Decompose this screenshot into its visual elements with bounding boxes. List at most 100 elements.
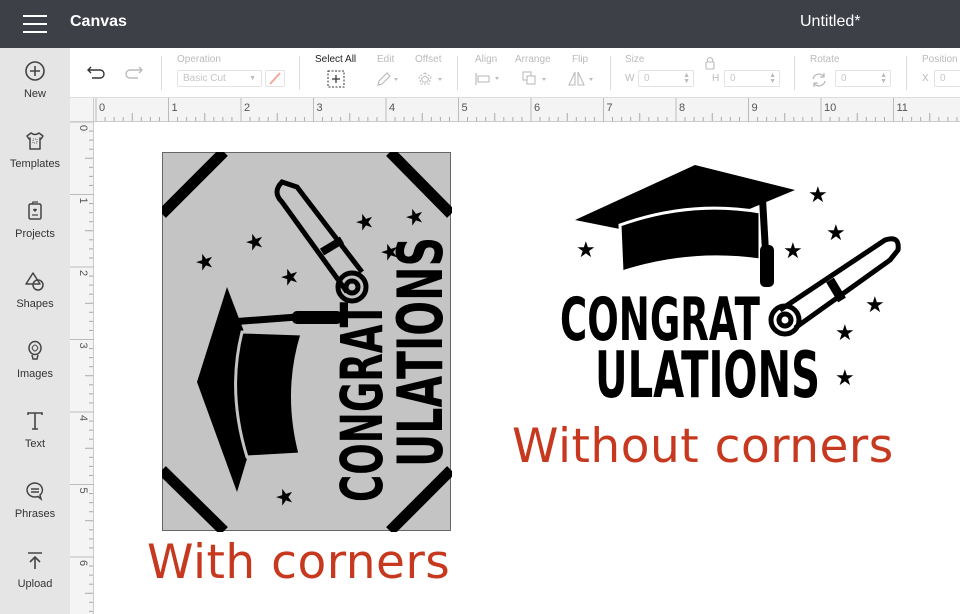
- ruler-label: 2: [77, 270, 89, 276]
- spinner-icon[interactable]: ▲ ▼: [880, 72, 887, 85]
- width-label: W: [625, 73, 635, 84]
- sidebar-item-label: Upload: [17, 578, 53, 590]
- text-icon: [27, 412, 43, 430]
- sidebar-item-text[interactable]: Text: [0, 410, 70, 470]
- height-input[interactable]: 0 ▲ ▼: [724, 70, 780, 87]
- ruler-label: 2: [244, 102, 250, 114]
- document-title[interactable]: Untitled*: [800, 13, 860, 31]
- flip-label: Flip: [572, 54, 589, 65]
- x-input[interactable]: 0: [934, 70, 960, 87]
- star-icon: ★: [835, 320, 855, 345]
- chevron-down-icon: ▼: [249, 75, 256, 82]
- align-icon: [475, 73, 499, 85]
- sidebar-item-projects[interactable]: Projects: [0, 200, 70, 260]
- ruler-label: 5: [77, 488, 89, 494]
- star-icon: ★: [192, 252, 217, 272]
- operation-select[interactable]: Basic Cut ▼: [177, 70, 262, 87]
- ruler-label: 3: [77, 343, 89, 349]
- spinner-icon[interactable]: ▲ ▼: [683, 72, 690, 85]
- separator: [610, 56, 611, 90]
- ruler-label: 0: [77, 125, 89, 131]
- design-text-line2: ULATIONS: [384, 237, 452, 467]
- design-with-corners[interactable]: ★ ★ ★ ★ ★ ★ ★ CONGRAT ULATIONS: [162, 152, 452, 532]
- plus-circle-icon: [25, 61, 45, 81]
- width-value: 0: [644, 73, 650, 84]
- rotate-input[interactable]: 0 ▲ ▼: [835, 70, 891, 87]
- ruler-label: 9: [752, 102, 758, 114]
- undo-button[interactable]: [86, 64, 108, 85]
- lock-icon: [705, 56, 715, 70]
- x-label: X: [922, 73, 929, 84]
- star-icon: ★: [242, 232, 267, 252]
- ruler-label: 6: [534, 102, 540, 114]
- separator: [906, 56, 907, 90]
- shapes-icon: [25, 272, 44, 291]
- spinner-icon[interactable]: ▲ ▼: [769, 72, 776, 85]
- ruler-label: 7: [607, 102, 613, 114]
- star-icon: ★: [865, 292, 885, 317]
- pen-color-button[interactable]: [265, 70, 285, 87]
- top-bar: Canvas Untitled*: [0, 0, 960, 48]
- align-label: Align: [475, 54, 498, 65]
- ruler-label: 8: [679, 102, 685, 114]
- sidebar-item-phrases[interactable]: Phrases: [0, 480, 70, 540]
- sidebar-item-templates[interactable]: Templates: [0, 130, 70, 190]
- sidebar: New Templates Projects Shapes Images Tex…: [0, 48, 70, 614]
- operation-value: Basic Cut: [183, 73, 226, 84]
- rotate-button[interactable]: [810, 72, 828, 93]
- size-label: Size: [625, 54, 645, 65]
- menu-icon[interactable]: [23, 15, 47, 33]
- star-icon: ★: [783, 238, 803, 263]
- sidebar-item-new[interactable]: New: [0, 60, 70, 120]
- ruler-label: 3: [317, 102, 323, 114]
- select-all-button[interactable]: [327, 70, 345, 93]
- sidebar-item-label: Images: [16, 368, 54, 380]
- sidebar-item-label: New: [23, 88, 46, 100]
- offset-icon: [418, 72, 442, 85]
- edit-button[interactable]: [375, 71, 401, 92]
- ruler-label: 11: [897, 102, 908, 114]
- flip-button[interactable]: [568, 71, 598, 92]
- balloon-icon: [28, 340, 42, 360]
- operation-label: Operation: [177, 54, 221, 65]
- separator: [161, 56, 162, 90]
- star-icon: ★: [402, 207, 427, 227]
- separator: [457, 56, 458, 90]
- sidebar-item-label: Phrases: [14, 508, 56, 520]
- sidebar-item-images[interactable]: Images: [0, 340, 70, 400]
- ruler-corner: [70, 98, 94, 122]
- separator: [299, 56, 300, 90]
- redo-button[interactable]: [122, 64, 144, 85]
- upload-icon: [28, 552, 42, 569]
- sidebar-item-upload[interactable]: Upload: [0, 550, 70, 610]
- canvas-area[interactable]: ★ ★ ★ ★ ★ ★ ★ CONGRAT ULATIONS ★ ★ ★ ★ ★…: [95, 123, 960, 614]
- position-label: Position: [922, 54, 958, 65]
- star-icon: ★: [576, 237, 596, 262]
- star-icon: ★: [835, 365, 855, 390]
- star-icon: ★: [826, 220, 846, 245]
- sidebar-item-label: Shapes: [16, 298, 54, 310]
- arrange-label: Arrange: [515, 54, 551, 65]
- ruler-vertical: 0 1 2 3 4 5 6: [70, 122, 94, 614]
- ruler-label: 1: [172, 102, 178, 114]
- star-icon: ★: [352, 212, 377, 232]
- flip-icon: [568, 71, 593, 86]
- pencil-icon: [377, 72, 398, 86]
- ruler-label: 1: [77, 198, 89, 204]
- star-icon: ★: [277, 267, 302, 287]
- star-icon: ★: [272, 487, 297, 507]
- arrange-button[interactable]: [522, 71, 552, 92]
- select-all-icon: [327, 70, 345, 88]
- sidebar-item-shapes[interactable]: Shapes: [0, 270, 70, 330]
- height-value: 0: [730, 73, 736, 84]
- design-without-corners[interactable]: ★ ★ ★ ★ ★ ★ ★ CONGRAT ULATIONS: [560, 160, 905, 410]
- align-button[interactable]: [474, 72, 504, 91]
- rotate-icon: [812, 73, 826, 87]
- graduation-cap-icon: [575, 165, 795, 287]
- rotate-value: 0: [841, 73, 847, 84]
- width-input[interactable]: 0 ▲ ▼: [638, 70, 694, 87]
- offset-button[interactable]: [416, 71, 446, 92]
- height-label: H: [712, 73, 720, 84]
- sidebar-item-label: Templates: [9, 158, 61, 170]
- edit-label: Edit: [377, 54, 395, 65]
